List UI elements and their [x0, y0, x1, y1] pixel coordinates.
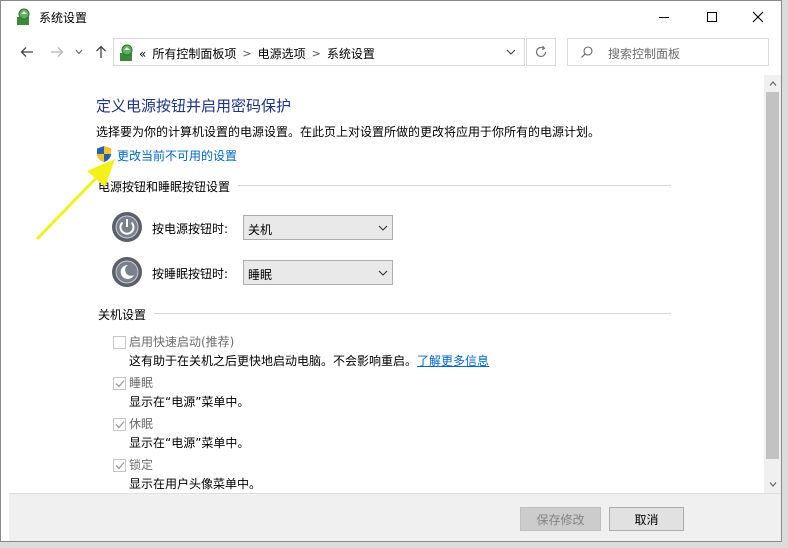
annotation-arrow-icon [35, 159, 115, 241]
breadcrumb-item-all-items[interactable]: 所有控制面板项 [152, 45, 236, 62]
cancel-button[interactable]: 取消 [609, 507, 684, 531]
page-description: 选择要为你的计算机设置的电源设置。在此页上对设置所做的更改将应用于你所有的电源计… [96, 125, 601, 139]
scroll-down-button[interactable] [764, 476, 781, 493]
up-button[interactable] [91, 41, 111, 63]
footer-bar: 保存修改 取消 [9, 493, 781, 541]
power-button-action-value: 关机 [248, 223, 273, 237]
checkmark-icon [115, 380, 124, 388]
breadcrumb-item-power-options[interactable]: 电源选项 [258, 45, 306, 62]
address-bar[interactable]: « 所有控制面板项 > 电源选项 > 系统设置 [113, 38, 525, 66]
lock-checkbox[interactable] [113, 459, 126, 472]
search-placeholder: 搜索控制面板 [608, 47, 681, 61]
checkmark-icon [115, 421, 124, 429]
chevron-up-icon [769, 81, 776, 86]
breadcrumb-overflow[interactable]: « [139, 47, 146, 61]
fast-startup-checkbox[interactable] [113, 336, 126, 349]
settings-window: 系统设置 « 所有控制面板项 > 电源选项 > 系统设置 搜索控制面板 定义电源… [0, 0, 782, 542]
hibernate-checkbox[interactable] [113, 418, 126, 431]
refresh-icon [535, 45, 547, 58]
address-dropdown-button[interactable] [498, 39, 524, 65]
section-divider [98, 313, 671, 314]
chevron-down-icon [769, 482, 776, 487]
chevron-down-icon [378, 225, 388, 231]
forward-button[interactable] [47, 41, 67, 63]
fast-startup-label: 启用快速启动(推荐) [129, 335, 235, 349]
hibernate-option-description: 显示在“电源”菜单中。 [129, 436, 250, 450]
arrow-left-icon [20, 47, 33, 57]
lock-option-description: 显示在用户头像菜单中。 [129, 477, 262, 491]
checkmark-icon [115, 462, 124, 470]
chevron-down-icon [378, 270, 388, 276]
minimize-icon [659, 16, 669, 18]
close-icon [752, 11, 764, 22]
control-panel-icon [17, 8, 30, 25]
fast-startup-desc-text: 这有助于在关机之后更快地启动电脑。不会影响重启。 [129, 354, 418, 368]
sleep-button-icon [112, 257, 142, 287]
shutdown-section-title: 关机设置 [98, 306, 155, 323]
back-button[interactable] [17, 41, 37, 63]
sleep-button-action-value: 睡眠 [248, 268, 273, 282]
fast-startup-description: 这有助于在关机之后更快地启动电脑。不会影响重启。了解更多信息 [129, 352, 489, 369]
navigation-bar: « 所有控制面板项 > 电源选项 > 系统设置 搜索控制面板 [1, 34, 781, 70]
chevron-down-icon [506, 49, 516, 55]
vertical-scrollbar[interactable] [764, 75, 781, 493]
maximize-icon [707, 11, 717, 22]
content-area: 定义电源按钮并启用密码保护 选择要为你的计算机设置的电源设置。在此页上对设置所做… [9, 75, 764, 493]
title-bar: 系统设置 [1, 1, 781, 32]
breadcrumb: « 所有控制面板项 > 电源选项 > 系统设置 [139, 45, 375, 62]
search-icon [581, 46, 593, 58]
breadcrumb-item-system-settings[interactable]: 系统设置 [327, 45, 375, 62]
maximize-button[interactable] [689, 1, 735, 32]
refresh-button[interactable] [526, 38, 556, 66]
breadcrumb-separator-icon: > [311, 47, 321, 60]
scrollbar-thumb[interactable] [766, 92, 779, 459]
page-title: 定义电源按钮并启用密码保护 [96, 97, 292, 115]
arrow-right-icon [51, 47, 64, 57]
sleep-option-description: 显示在“电源”菜单中。 [129, 395, 250, 409]
sleep-button-label: 按睡眠按钮时: [152, 267, 229, 281]
sleep-option-label: 睡眠 [129, 376, 154, 390]
hibernate-option-label: 休眠 [129, 417, 154, 431]
chevron-down-icon [75, 49, 83, 55]
arrow-up-icon [96, 45, 106, 58]
breadcrumb-separator-icon: > [242, 47, 252, 60]
scroll-up-button[interactable] [764, 75, 781, 92]
close-button[interactable] [735, 1, 781, 32]
sleep-button-action-select[interactable]: 睡眠 [243, 260, 393, 285]
change-unavailable-settings-link[interactable]: 更改当前不可用的设置 [117, 147, 237, 164]
sleep-checkbox[interactable] [113, 377, 126, 390]
power-button-label: 按电源按钮时: [152, 222, 229, 236]
search-input[interactable]: 搜索控制面板 [567, 38, 769, 66]
minimize-button[interactable] [641, 1, 687, 32]
power-button-action-select[interactable]: 关机 [243, 215, 393, 240]
save-changes-button[interactable]: 保存修改 [520, 507, 601, 531]
learn-more-link[interactable]: 了解更多信息 [417, 354, 489, 368]
recent-locations-button[interactable] [72, 41, 86, 63]
lock-option-label: 锁定 [129, 458, 154, 472]
window-title: 系统设置 [39, 11, 88, 25]
control-panel-icon [120, 44, 133, 61]
